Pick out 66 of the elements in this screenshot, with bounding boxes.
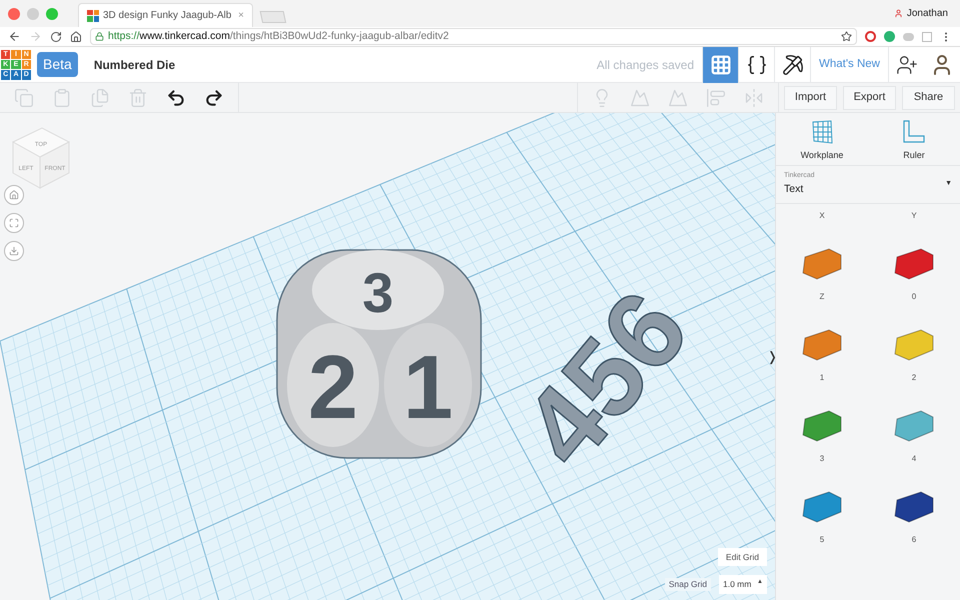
toolbar-action-button[interactable]: Share <box>902 86 955 110</box>
shape-label: 3 <box>820 453 824 465</box>
pickaxe-icon <box>782 54 804 76</box>
reload-icon[interactable] <box>50 30 62 42</box>
shape-label: 1 <box>820 372 824 384</box>
down-arrow-icon <box>9 246 19 256</box>
extension-icon[interactable] <box>865 31 876 42</box>
copy-icon <box>14 88 34 108</box>
shape-label: 0 <box>912 291 916 303</box>
panel-tool-button[interactable]: Workplane <box>776 113 868 165</box>
extension-icon[interactable] <box>922 32 932 42</box>
shape-label: Y <box>911 210 917 222</box>
shape-label: Z <box>820 291 824 303</box>
view-cube-drawing[interactable] <box>12 127 70 189</box>
library-name: Text <box>784 182 804 197</box>
clipboard-icon <box>52 88 72 108</box>
duplicate-icon <box>90 88 110 108</box>
address-field[interactable]: https://www.tinkercad.com/things/htBi3B0wUd2-funky-jaagub-albar/editv2 <box>90 28 857 45</box>
shape-label: 5 <box>820 534 824 546</box>
mountain-icon <box>630 88 650 108</box>
lock-icon <box>95 32 104 41</box>
fit-icon <box>9 218 19 228</box>
mirror-icon <box>744 88 764 108</box>
zoom-button[interactable] <box>4 241 24 261</box>
shape-label: 2 <box>912 372 916 384</box>
die-face-digit: 3 <box>362 261 394 324</box>
home-icon <box>9 190 19 200</box>
profile-icon <box>894 9 903 18</box>
edit-grid-button[interactable]: Edit Grid <box>718 548 767 566</box>
save-status: All changes saved <box>596 56 694 74</box>
trash-icon <box>128 88 148 108</box>
beta-badge: Beta <box>37 52 78 77</box>
align-icon <box>706 88 726 108</box>
mountain-outline-icon <box>668 88 688 108</box>
url-text: https://www.tinkercad.com/things/htBi3B0wUd2-funky-jaagub-albar/editv2 <box>108 28 449 44</box>
shape-label: 4 <box>912 453 916 465</box>
shape-label: 6 <box>912 534 916 546</box>
home-icon[interactable] <box>70 30 82 42</box>
toolbar-action-button[interactable]: Import <box>784 86 837 110</box>
shape-label: X <box>819 210 825 222</box>
snap-grid-label: Snap Grid <box>664 578 711 591</box>
tab-title: 3D design Funky Jaagub-Alb <box>103 9 232 23</box>
undo-icon <box>166 88 186 108</box>
add-user-icon <box>896 54 918 76</box>
toolbar-action-button[interactable]: Export <box>843 86 896 110</box>
grid-icon <box>710 54 732 76</box>
back-icon[interactable] <box>8 30 21 43</box>
design-title[interactable]: Numbered Die <box>94 56 176 74</box>
panel-tool-button[interactable]: Ruler <box>868 113 960 165</box>
fit-view-button[interactable] <box>4 213 24 233</box>
browser-tab[interactable]: 3D design Funky Jaagub-Alb × <box>78 3 253 27</box>
profile-name[interactable]: Jonathan <box>906 6 948 21</box>
die-drawing[interactable] <box>276 249 482 459</box>
extension-icon[interactable] <box>884 31 895 42</box>
bookmark-star-icon[interactable] <box>841 31 852 42</box>
ruler-icon <box>902 120 926 144</box>
close-window-light[interactable] <box>8 8 20 20</box>
maximize-window-light[interactable] <box>46 8 58 20</box>
site-favicon <box>87 10 99 22</box>
braces-icon <box>746 54 768 76</box>
redo-icon <box>204 88 224 108</box>
home-view-button[interactable] <box>4 185 24 205</box>
die-face-digit: 1 <box>402 338 454 438</box>
die-face-digit: 2 <box>308 338 358 438</box>
grid-plane-icon <box>811 120 833 144</box>
collapse-panel-button[interactable]: ❭ <box>767 347 775 366</box>
